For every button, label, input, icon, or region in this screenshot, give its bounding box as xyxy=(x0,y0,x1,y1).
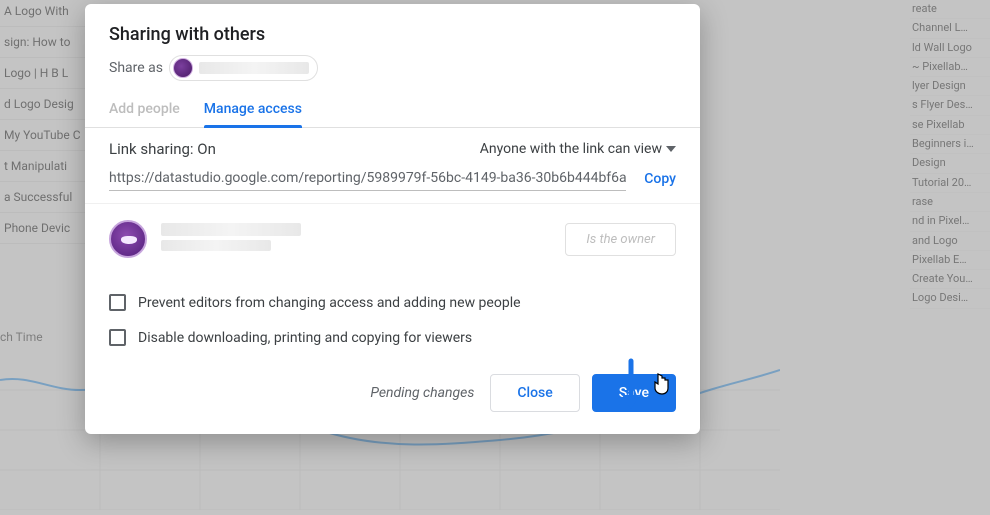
save-button[interactable]: Save xyxy=(592,374,676,412)
checkbox-prevent-editors[interactable]: Prevent editors from changing access and… xyxy=(109,294,676,311)
share-as-name-redacted xyxy=(199,62,309,74)
checkbox-disable-download[interactable]: Disable downloading, printing and copyin… xyxy=(109,329,676,346)
link-sharing-section: Link sharing: On Anyone with the link ca… xyxy=(85,128,700,203)
checkbox-icon xyxy=(109,329,126,346)
dialog-header: Sharing with others Share as xyxy=(85,4,700,89)
pending-changes-label: Pending changes xyxy=(370,385,474,401)
share-url-input[interactable] xyxy=(109,166,626,191)
owner-role-badge: Is the owner xyxy=(565,223,676,256)
owner-avatar-icon xyxy=(109,220,147,258)
share-as-chip[interactable] xyxy=(169,55,318,81)
sharing-dialog: Sharing with others Share as Add people … xyxy=(85,4,700,434)
copy-link[interactable]: Copy xyxy=(644,171,676,187)
owner-row: Is the owner xyxy=(85,203,700,274)
tabs: Add people Manage access xyxy=(85,89,700,128)
share-as-row: Share as xyxy=(109,55,676,81)
link-scope-dropdown[interactable]: Anyone with the link can view xyxy=(480,141,676,157)
share-as-label: Share as xyxy=(109,60,163,76)
restrictions-section: Prevent editors from changing access and… xyxy=(85,274,700,354)
link-sharing-label: Link sharing: On xyxy=(109,140,216,158)
tab-add-people[interactable]: Add people xyxy=(109,101,180,127)
dialog-title: Sharing with others xyxy=(109,24,676,45)
close-button[interactable]: Close xyxy=(490,374,579,412)
chevron-down-icon xyxy=(666,146,676,152)
tab-manage-access[interactable]: Manage access xyxy=(204,101,302,127)
avatar-icon xyxy=(173,58,193,78)
dialog-footer: Pending changes Close Save xyxy=(85,354,700,434)
owner-info xyxy=(161,223,551,255)
checkbox-icon xyxy=(109,294,126,311)
